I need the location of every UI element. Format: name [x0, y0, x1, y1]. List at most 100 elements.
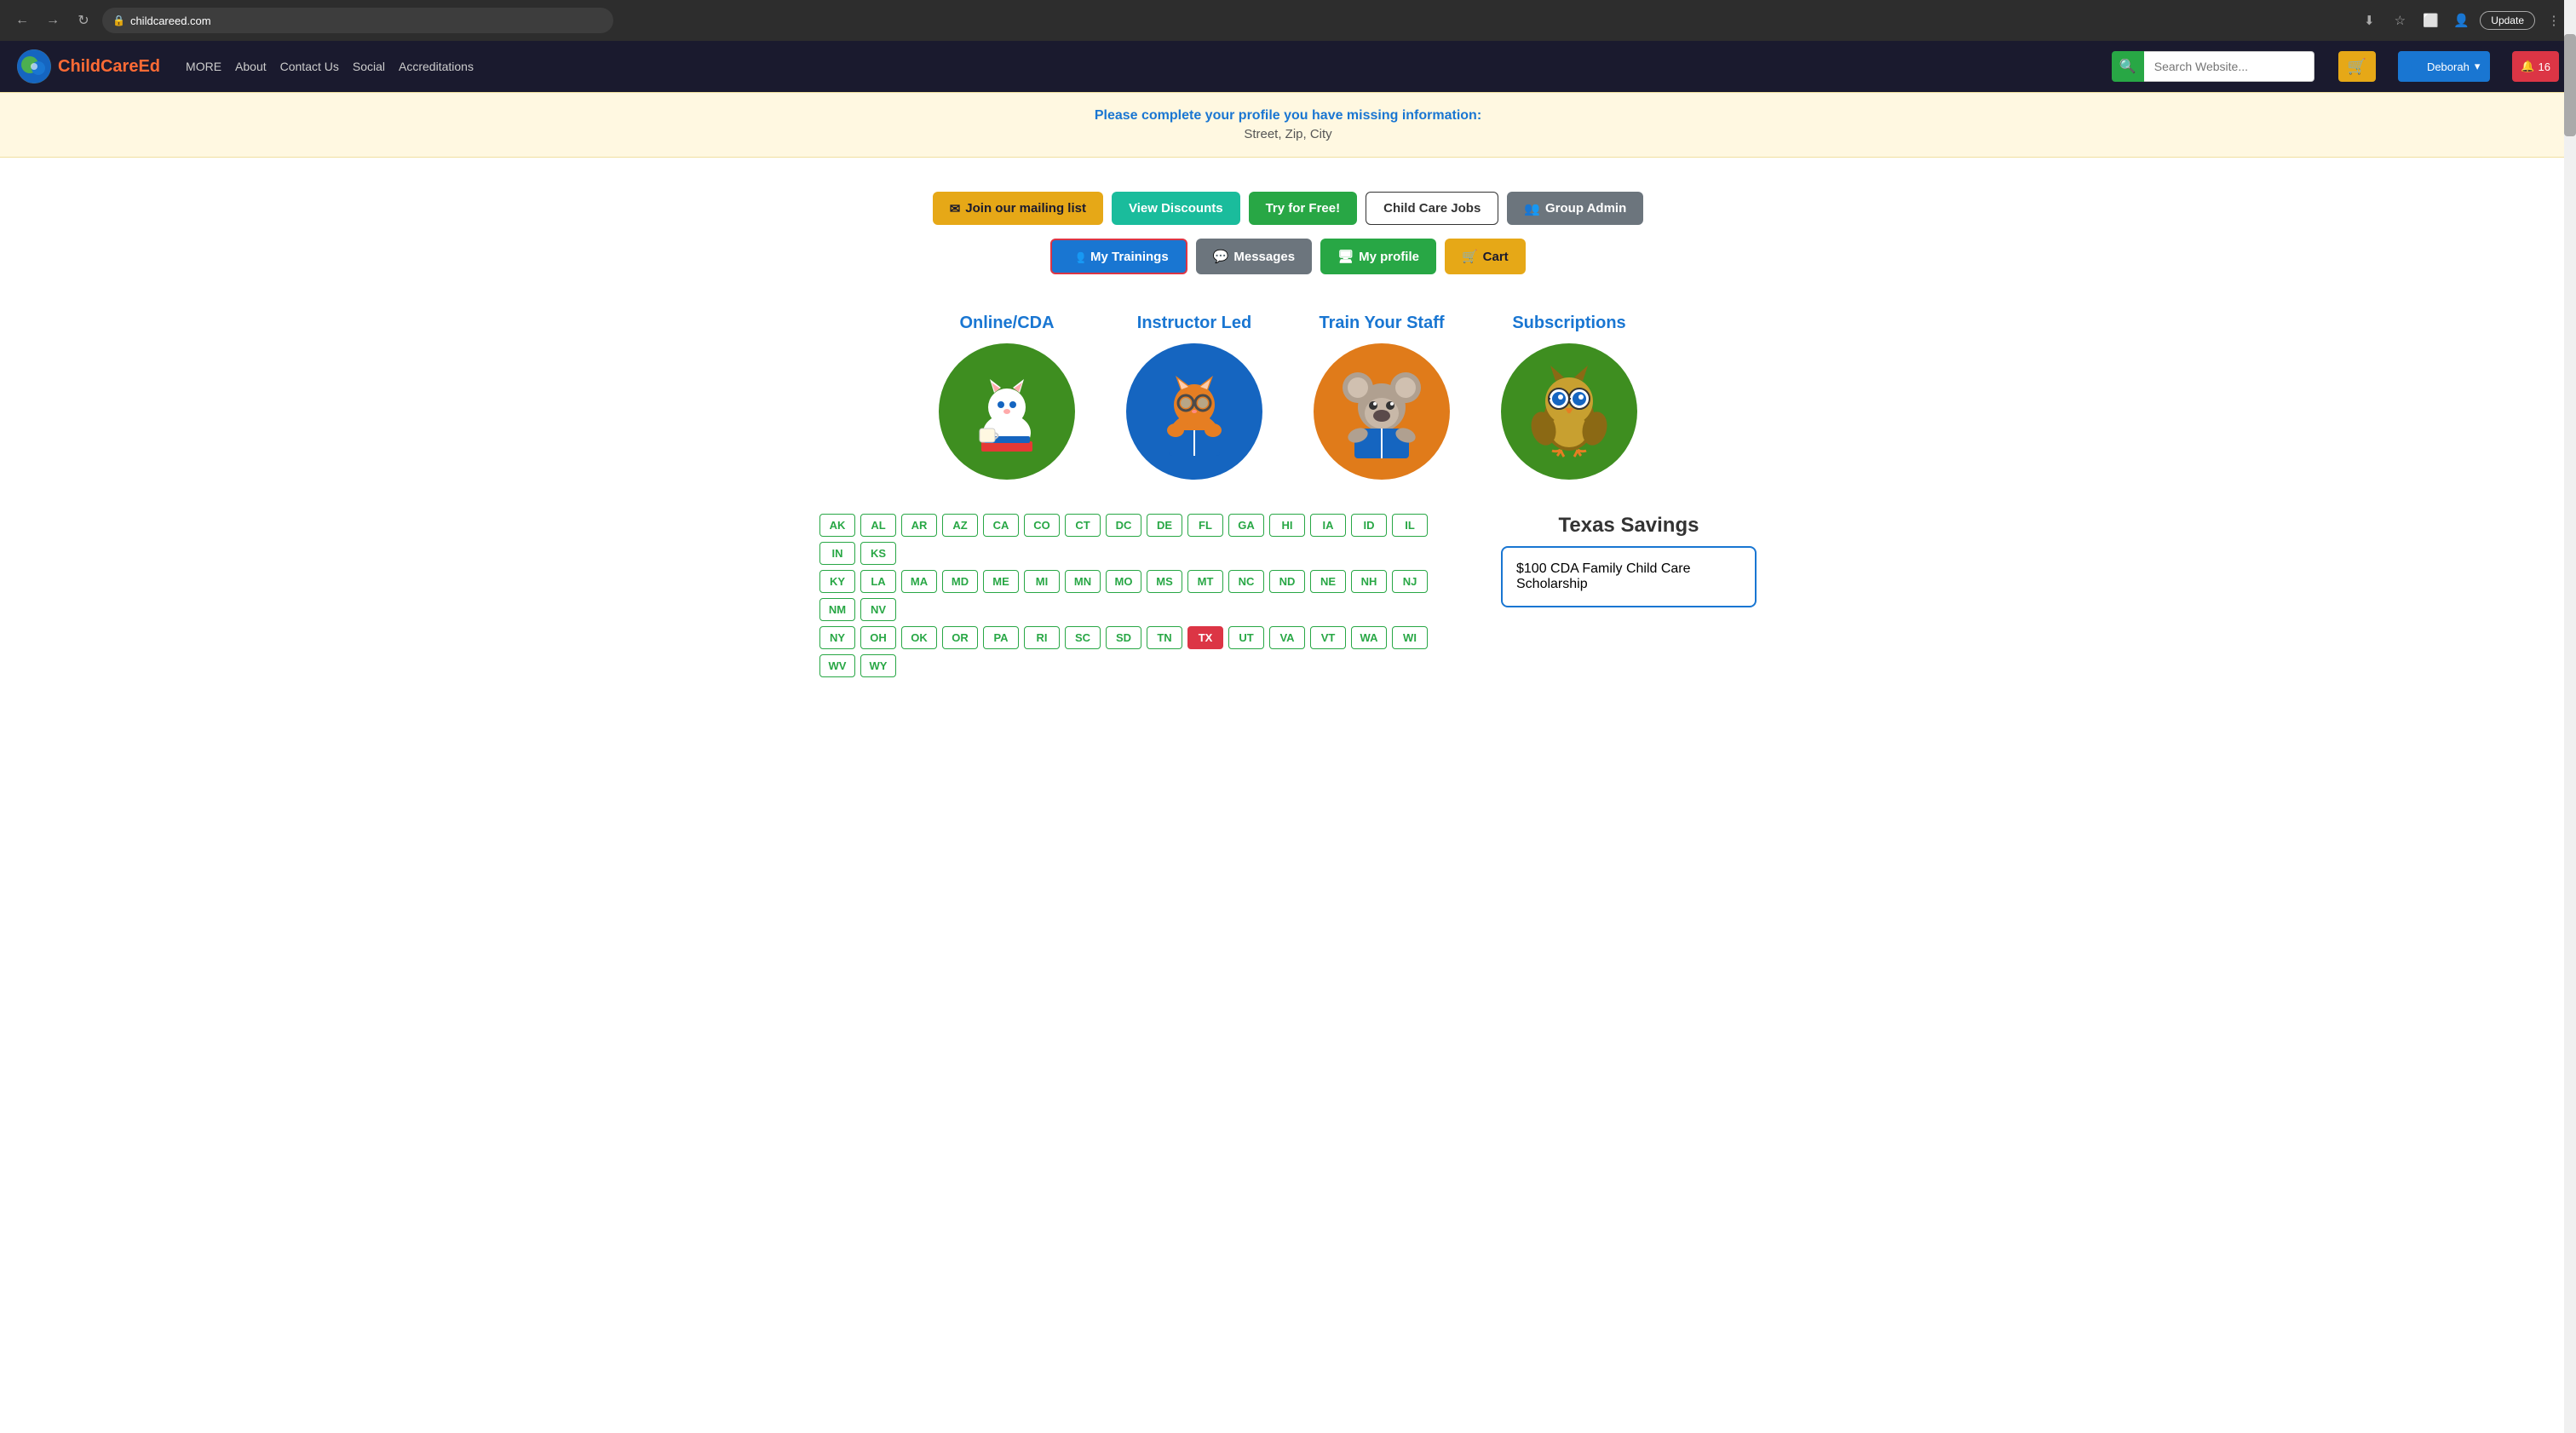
- state-button-ma[interactable]: MA: [901, 570, 937, 593]
- category-subscriptions[interactable]: Subscriptions: [1501, 314, 1637, 480]
- search-button[interactable]: 🔍: [2112, 51, 2144, 82]
- view-discounts-button[interactable]: View Discounts: [1112, 192, 1240, 225]
- category-image-cda: [939, 343, 1075, 480]
- my-trainings-button[interactable]: 👥 My Trainings: [1050, 239, 1187, 274]
- state-button-oh[interactable]: OH: [860, 626, 896, 649]
- state-button-de[interactable]: DE: [1147, 514, 1182, 537]
- lock-icon: 🔒: [112, 14, 125, 26]
- state-button-nc[interactable]: NC: [1228, 570, 1264, 593]
- state-button-ak[interactable]: AK: [819, 514, 855, 537]
- state-button-ky[interactable]: KY: [819, 570, 855, 593]
- nav-contact[interactable]: Contact Us: [280, 60, 339, 73]
- state-button-ks[interactable]: KS: [860, 542, 896, 565]
- cart-button-main[interactable]: 🛒 Cart: [1445, 239, 1526, 274]
- reload-button[interactable]: ↻: [72, 9, 95, 32]
- state-button-ct[interactable]: CT: [1065, 514, 1101, 537]
- cart-icon: 🛒: [1462, 249, 1478, 264]
- state-button-ms[interactable]: MS: [1147, 570, 1182, 593]
- cart-button[interactable]: 🛒: [2338, 51, 2376, 82]
- state-button-mo[interactable]: MO: [1106, 570, 1141, 593]
- state-button-hi[interactable]: HI: [1269, 514, 1305, 537]
- states-row-3: NYOHOKORPARISCSD TNTXUTVAVTWAWI WVWY: [819, 626, 1467, 677]
- state-button-wi[interactable]: WI: [1392, 626, 1428, 649]
- state-button-nj[interactable]: NJ: [1392, 570, 1428, 593]
- search-input[interactable]: [2144, 51, 2314, 82]
- state-button-in[interactable]: IN: [819, 542, 855, 565]
- state-button-ok[interactable]: OK: [901, 626, 937, 649]
- menu-dots-icon[interactable]: ⋮: [2542, 9, 2566, 32]
- action-buttons-row1: ✉ Join our mailing list View Discounts T…: [933, 192, 1644, 225]
- state-button-al[interactable]: AL: [860, 514, 896, 537]
- state-button-sc[interactable]: SC: [1065, 626, 1101, 649]
- nav-about[interactable]: About: [235, 60, 267, 73]
- state-button-co[interactable]: CO: [1024, 514, 1060, 537]
- state-button-ga[interactable]: GA: [1228, 514, 1264, 537]
- state-button-wy[interactable]: WY: [860, 654, 896, 677]
- address-bar[interactable]: 🔒 childcareed.com: [102, 8, 613, 33]
- star-icon[interactable]: ☆: [2388, 9, 2412, 32]
- state-button-tn[interactable]: TN: [1147, 626, 1182, 649]
- messages-button[interactable]: 💬 Messages: [1196, 239, 1312, 274]
- state-button-ut[interactable]: UT: [1228, 626, 1264, 649]
- state-button-id[interactable]: ID: [1351, 514, 1387, 537]
- state-button-fl[interactable]: FL: [1187, 514, 1223, 537]
- extensions-icon[interactable]: ⬜: [2418, 9, 2442, 32]
- state-button-wa[interactable]: WA: [1351, 626, 1387, 649]
- state-button-mn[interactable]: MN: [1065, 570, 1101, 593]
- state-button-wv[interactable]: WV: [819, 654, 855, 677]
- trainings-icon: 👥: [1069, 249, 1085, 264]
- state-button-mi[interactable]: MI: [1024, 570, 1060, 593]
- state-button-nh[interactable]: NH: [1351, 570, 1387, 593]
- state-button-la[interactable]: LA: [860, 570, 896, 593]
- state-button-nm[interactable]: NM: [819, 598, 855, 621]
- state-button-me[interactable]: ME: [983, 570, 1019, 593]
- state-button-ne[interactable]: NE: [1310, 570, 1346, 593]
- state-button-tx[interactable]: TX: [1187, 626, 1223, 649]
- download-icon[interactable]: ⬇: [2357, 9, 2381, 32]
- state-button-ri[interactable]: RI: [1024, 626, 1060, 649]
- url-text: childcareed.com: [130, 14, 211, 27]
- state-button-md[interactable]: MD: [942, 570, 978, 593]
- states-row-2: KYLAMAMDMEMIMNMO MSMTNCNDNENHNJ NMNV: [819, 570, 1467, 621]
- state-button-az[interactable]: AZ: [942, 514, 978, 537]
- profile-icon[interactable]: 👤: [2449, 9, 2473, 32]
- update-button[interactable]: Update: [2480, 11, 2535, 30]
- state-button-ia[interactable]: IA: [1310, 514, 1346, 537]
- state-button-ny[interactable]: NY: [819, 626, 855, 649]
- state-button-nv[interactable]: NV: [860, 598, 896, 621]
- category-image-subscriptions: [1501, 343, 1637, 480]
- category-train-staff[interactable]: Train Your Staff: [1314, 314, 1450, 480]
- try-free-button[interactable]: Try for Free!: [1249, 192, 1358, 225]
- state-button-ca[interactable]: CA: [983, 514, 1019, 537]
- category-online-cda[interactable]: Online/CDA: [939, 314, 1075, 480]
- scrollbar-thumb[interactable]: [2564, 34, 2576, 136]
- state-button-pa[interactable]: PA: [983, 626, 1019, 649]
- mailing-list-button[interactable]: ✉ Join our mailing list: [933, 192, 1103, 225]
- state-button-vt[interactable]: VT: [1310, 626, 1346, 649]
- action-buttons-row2: 👥 My Trainings 💬 Messages 🖥 My profile 🛒…: [1050, 239, 1525, 274]
- nav-accreditations[interactable]: Accreditations: [399, 60, 474, 73]
- my-profile-button[interactable]: 🖥 My profile: [1320, 239, 1436, 274]
- notification-button[interactable]: 🔔 16: [2512, 51, 2559, 82]
- main-content: ✉ Join our mailing list View Discounts T…: [0, 158, 2576, 699]
- category-instructor-led[interactable]: Instructor Led: [1126, 314, 1262, 480]
- scrollbar[interactable]: [2564, 0, 2576, 1433]
- state-button-dc[interactable]: DC: [1106, 514, 1141, 537]
- state-button-or[interactable]: OR: [942, 626, 978, 649]
- nav-social[interactable]: Social: [353, 60, 385, 73]
- user-menu-button[interactable]: 👤 Deborah ▾: [2398, 51, 2491, 82]
- state-button-nd[interactable]: ND: [1269, 570, 1305, 593]
- nav-more[interactable]: MORE: [186, 60, 221, 73]
- state-button-mt[interactable]: MT: [1187, 570, 1223, 593]
- state-button-ar[interactable]: AR: [901, 514, 937, 537]
- child-care-jobs-button[interactable]: Child Care Jobs: [1366, 192, 1498, 225]
- forward-button[interactable]: →: [41, 9, 65, 32]
- category-image-instructor: [1126, 343, 1262, 480]
- group-icon: 👥: [1524, 201, 1540, 216]
- group-admin-button[interactable]: 👥 Group Admin: [1507, 192, 1643, 225]
- state-button-va[interactable]: VA: [1269, 626, 1305, 649]
- back-button[interactable]: ←: [10, 9, 34, 32]
- logo[interactable]: ChildCareEd: [17, 49, 160, 83]
- state-button-il[interactable]: IL: [1392, 514, 1428, 537]
- state-button-sd[interactable]: SD: [1106, 626, 1141, 649]
